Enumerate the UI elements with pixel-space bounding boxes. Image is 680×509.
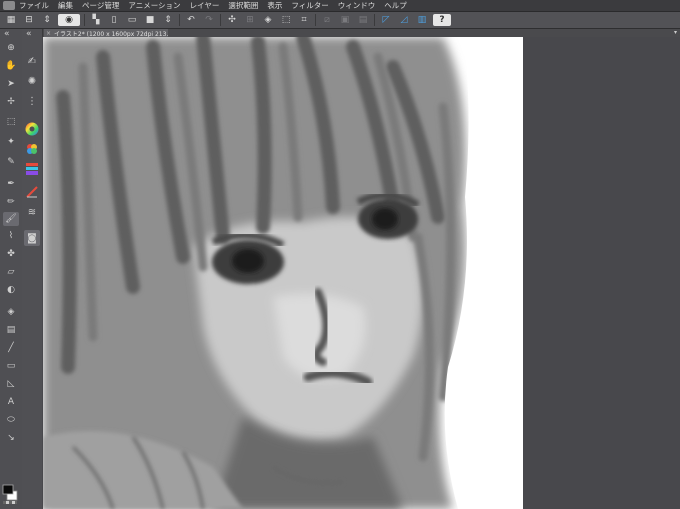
toolbar-divider xyxy=(315,14,316,26)
zoom-adjust-icon[interactable]: ⊟ xyxy=(22,14,36,26)
pen-tool-icon[interactable]: ✒ xyxy=(3,177,19,191)
intermediate-color-icon[interactable] xyxy=(24,161,40,177)
ruler-tool-icon[interactable]: ◺ xyxy=(3,377,19,391)
pages-icon[interactable]: ▚ xyxy=(89,14,103,26)
artwork-illustration xyxy=(43,37,523,509)
stepper-icon-2[interactable]: ⇕ xyxy=(161,14,175,26)
close-tab-icon[interactable]: × xyxy=(46,30,51,37)
crop-icon[interactable]: ⌗ xyxy=(297,14,311,26)
toolbar-divider xyxy=(84,14,85,26)
operation-tool-icon[interactable]: ➤ xyxy=(3,77,19,91)
navigator-icon[interactable]: ◙ xyxy=(24,230,40,246)
collapse-right-icon[interactable]: « xyxy=(26,29,32,39)
transform-icon[interactable]: ✣ xyxy=(225,14,239,26)
snap-ruler-icon[interactable]: ◸ xyxy=(379,14,393,26)
toolbar-divider xyxy=(374,14,375,26)
text-tool-icon[interactable]: A xyxy=(3,395,19,409)
menu-selection[interactable]: 選択範囲 xyxy=(228,0,258,11)
sub-tool-brush-c-icon[interactable]: ⋮ xyxy=(24,93,40,109)
menu-animation[interactable]: アニメーション xyxy=(128,0,180,11)
color-set-icon[interactable] xyxy=(24,141,40,157)
menu-view[interactable]: 表示 xyxy=(267,0,282,11)
menu-help[interactable]: ヘルプ xyxy=(384,0,407,11)
hand-tool-icon[interactable]: ✋ xyxy=(3,59,19,73)
eraser-tool-icon[interactable]: ▱ xyxy=(3,265,19,279)
menu-page[interactable]: ページ管理 xyxy=(82,0,119,11)
toolbar-divider xyxy=(179,14,180,26)
toolbar-divider xyxy=(220,14,221,26)
zoom-tool-icon[interactable]: ⊕ xyxy=(3,41,19,55)
canvas-area[interactable] xyxy=(42,37,680,509)
brush-size-icon[interactable] xyxy=(24,184,40,200)
gradient-tool-icon[interactable]: ▤ xyxy=(3,323,19,337)
document-tab[interactable]: × イラスト2* (1200 x 1600px 72dpi 213.7%) xyxy=(44,29,168,37)
document-tab-title: イラスト2* (1200 x 1600px 72dpi 213.7%) xyxy=(54,30,168,38)
snap-grid-icon[interactable]: ▥ xyxy=(415,14,429,26)
menu-filter[interactable]: フィルター xyxy=(291,0,328,11)
figure-tool-icon[interactable]: ╱ xyxy=(3,341,19,355)
snap-special-ruler-icon[interactable]: ◿ xyxy=(397,14,411,26)
open-icon[interactable]: ▭ xyxy=(125,14,139,26)
eye-icon[interactable]: ◉ xyxy=(58,14,80,26)
brush-size-graphic xyxy=(26,186,38,198)
disabled-tool-icon-3: ▤ xyxy=(358,15,368,25)
menu-layer[interactable]: レイヤー xyxy=(190,0,220,11)
blend-tool-icon[interactable]: ◐ xyxy=(3,283,19,297)
selection-tool-icon[interactable]: ⬚ xyxy=(3,115,19,129)
sub-tool-brush-b-icon[interactable]: ✺ xyxy=(24,73,40,89)
color-set-graphic xyxy=(27,144,37,154)
redo-icon[interactable]: ↷ xyxy=(202,14,216,26)
collapse-left-icon[interactable]: « xyxy=(4,29,10,39)
sub-tool-brush-a-icon[interactable]: ✍ xyxy=(24,53,40,69)
help-icon[interactable]: ? xyxy=(433,14,451,26)
stepper-icon[interactable]: ⇕ xyxy=(40,14,54,26)
undo-icon[interactable]: ↶ xyxy=(184,14,198,26)
pencil-tool-icon[interactable]: ✏ xyxy=(3,195,19,209)
layer-property-icon[interactable]: ≋ xyxy=(24,204,40,220)
correct-line-icon[interactable]: ↘ xyxy=(3,431,19,445)
menu-file[interactable]: ファイル xyxy=(19,0,49,11)
eyedropper-icon[interactable]: ✎ xyxy=(3,155,19,169)
clear-icon[interactable]: ⊞ xyxy=(243,14,257,26)
disabled-tool-icon-2: ▣ xyxy=(340,15,350,25)
fill-tool-icon[interactable]: ◈ xyxy=(3,305,19,319)
save-icon[interactable]: ■ xyxy=(143,14,157,26)
auto-select-icon[interactable]: ✦ xyxy=(3,135,19,149)
grid-icon[interactable]: ▦ xyxy=(4,14,18,26)
decoration-tool-icon[interactable]: ✤ xyxy=(3,247,19,261)
tool-palette: « ⊕ ✋ ➤ ✢ ⬚ ✦ ✎ ✒ ✏ 🖌 ⌇ ✤ ▱ ◐ ◈ ▤ ╱ ▭ ◺ … xyxy=(0,29,23,509)
drawing-canvas[interactable] xyxy=(43,37,523,509)
menu-window[interactable]: ウィンドウ xyxy=(338,0,376,11)
color-wheel-icon[interactable] xyxy=(24,121,40,137)
main-sub-color-icon[interactable] xyxy=(2,484,18,504)
airbrush-tool-icon[interactable]: ⌇ xyxy=(3,229,19,243)
balloon-tool-icon[interactable]: ⬭ xyxy=(3,413,19,427)
selection-icon[interactable]: ⬚ xyxy=(279,14,293,26)
sub-tool-palette: « ✍ ✺ ⋮ ≋ ◙ xyxy=(22,29,43,509)
new-page-icon[interactable]: ▯ xyxy=(107,14,121,26)
fill-icon[interactable]: ◈ xyxy=(261,14,275,26)
command-bar: ▦ ⊟ ⇕ ◉ ▚ ▯ ▭ ■ ⇕ ↶ ↷ ✣ ⊞ ◈ ⬚ ⌗ ⧄ ▣ ▤ ◸ … xyxy=(0,12,680,29)
menu-edit[interactable]: 編集 xyxy=(58,0,73,11)
move-layer-icon[interactable]: ✢ xyxy=(3,95,19,109)
color-wheel-graphic xyxy=(25,122,39,136)
menu-bar: ファイル 編集 ページ管理 アニメーション レイヤー 選択範囲 表示 フィルター… xyxy=(0,0,680,12)
brush-tool-icon[interactable]: 🖌 xyxy=(3,212,19,226)
tab-dropdown-icon[interactable]: ▾ xyxy=(671,29,680,37)
frame-border-icon[interactable]: ▭ xyxy=(3,359,19,373)
disabled-tool-icon: ⧄ xyxy=(324,15,330,25)
intermediate-color-graphic xyxy=(26,163,38,175)
app-logo-icon[interactable] xyxy=(3,1,15,10)
